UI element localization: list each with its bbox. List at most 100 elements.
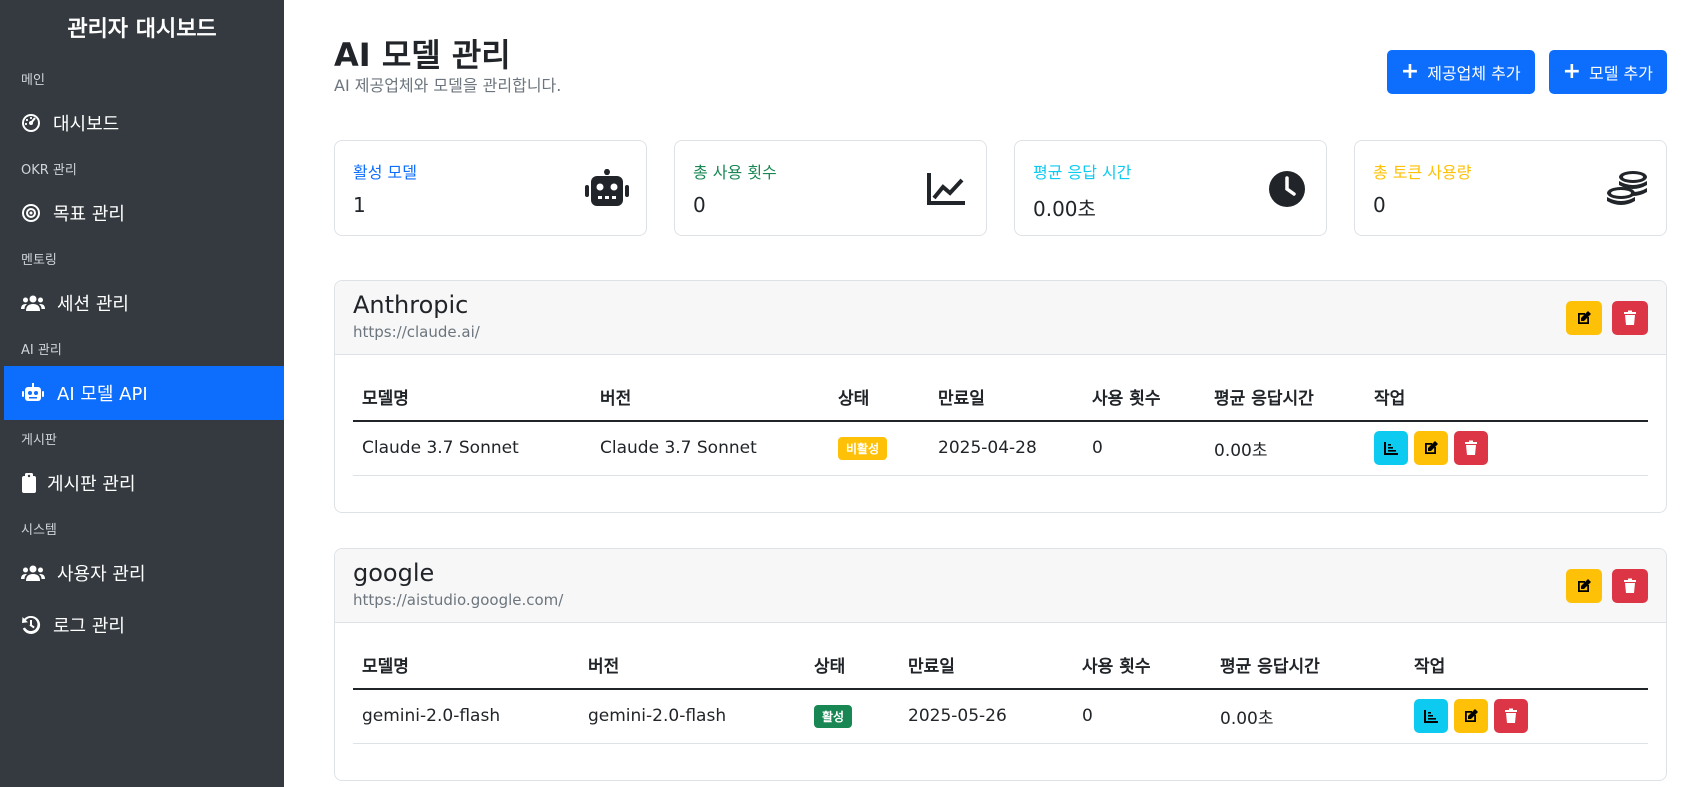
sidebar-item-dashboard[interactable]: 대시보드 bbox=[0, 96, 284, 150]
model-status: 비활성 bbox=[829, 421, 929, 476]
target-icon bbox=[21, 203, 41, 223]
header-actions: + 제공업체 추가 + 모델 추가 bbox=[1386, 50, 1667, 94]
col-expires: 만료일 bbox=[929, 373, 1083, 422]
line-chart-icon bbox=[924, 169, 970, 209]
edit-icon bbox=[1578, 311, 1591, 324]
sidebar-item-label: 로그 관리 bbox=[53, 616, 125, 637]
status-badge: 활성 bbox=[814, 704, 853, 728]
model-avg-time: 0.00초 bbox=[1211, 689, 1405, 744]
col-actions: 작업 bbox=[1405, 641, 1648, 690]
sidebar: 관리자 대시보드 메인 대시보드 OKR 관리 목표 관리 멘토링 세션 관리 … bbox=[0, 0, 284, 787]
main-content: AI 모델 관리 AI 제공업체와 모델을 관리합니다. + 제공업체 추가 +… bbox=[284, 0, 1684, 787]
col-avg-time: 평균 응답시간 bbox=[1211, 641, 1405, 690]
edit-icon bbox=[1425, 441, 1438, 455]
page-title: AI 모델 관리 bbox=[334, 36, 511, 74]
robot-icon bbox=[584, 169, 630, 209]
provider-name: Anthropic bbox=[353, 291, 469, 319]
table-row: gemini-2.0-flash gemini-2.0-flash 활성 202… bbox=[353, 689, 1648, 744]
add-provider-label: 제공업체 추가 bbox=[1427, 64, 1521, 83]
col-model-name: 모델명 bbox=[353, 373, 591, 422]
stat-cards: 활성 모델 1 총 사용 횟수 0 평균 응답 시간 0.00초 총 토큰 사용… bbox=[334, 140, 1667, 236]
edit-icon bbox=[1578, 579, 1591, 592]
provider-body: 모델명 버전 상태 만료일 사용 횟수 평균 응답시간 작업 gemini-2.… bbox=[335, 623, 1666, 780]
sidebar-item-board[interactable]: 게시판 관리 bbox=[0, 456, 284, 510]
stat-card-avg-response: 평균 응답 시간 0.00초 bbox=[1014, 140, 1327, 236]
models-table: 모델명 버전 상태 만료일 사용 횟수 평균 응답시간 작업 Claude 3.… bbox=[353, 373, 1648, 476]
provider-header: Anthropic https://claude.ai/ bbox=[335, 281, 1666, 355]
model-expires: 2025-05-26 bbox=[899, 689, 1073, 744]
trash-icon bbox=[1465, 440, 1477, 456]
model-usage: 0 bbox=[1083, 421, 1205, 476]
model-actions bbox=[1405, 689, 1648, 744]
sidebar-item-users[interactable]: 사용자 관리 bbox=[0, 546, 284, 600]
model-version: Claude 3.7 Sonnet bbox=[591, 421, 829, 476]
provider-header: google https://aistudio.google.com/ bbox=[335, 549, 1666, 623]
sidebar-item-label: 사용자 관리 bbox=[57, 564, 146, 585]
history-icon bbox=[21, 615, 41, 635]
provider-card-anthropic: Anthropic https://claude.ai/ 모델명 버전 상태 만… bbox=[334, 280, 1667, 513]
nav-section-system: 시스템 bbox=[21, 522, 57, 538]
delete-model-button[interactable] bbox=[1454, 431, 1488, 466]
col-usage: 사용 횟수 bbox=[1083, 373, 1205, 422]
col-status: 상태 bbox=[829, 373, 929, 422]
nav-section-main: 메인 bbox=[21, 72, 45, 88]
stats-button[interactable] bbox=[1374, 431, 1408, 466]
table-row: Claude 3.7 Sonnet Claude 3.7 Sonnet 비활성 … bbox=[353, 421, 1648, 476]
stat-card-active-models: 활성 모델 1 bbox=[334, 140, 647, 236]
edit-provider-button[interactable] bbox=[1566, 301, 1602, 335]
model-name: Claude 3.7 Sonnet bbox=[353, 421, 591, 476]
nav-section-ai: AI 관리 bbox=[21, 342, 62, 358]
edit-provider-button[interactable] bbox=[1566, 569, 1602, 603]
stats-button[interactable] bbox=[1414, 699, 1448, 734]
clipboard-icon bbox=[21, 473, 37, 493]
sidebar-item-label: AI 모델 API bbox=[57, 384, 148, 405]
col-avg-time: 평균 응답시간 bbox=[1205, 373, 1365, 422]
provider-actions bbox=[1566, 569, 1648, 603]
add-provider-button[interactable]: + 제공업체 추가 bbox=[1386, 50, 1535, 94]
col-usage: 사용 횟수 bbox=[1073, 641, 1211, 690]
col-expires: 만료일 bbox=[899, 641, 1073, 690]
table-header-row: 모델명 버전 상태 만료일 사용 횟수 평균 응답시간 작업 bbox=[353, 373, 1648, 422]
delete-provider-button[interactable] bbox=[1612, 569, 1648, 603]
col-version: 버전 bbox=[591, 373, 829, 422]
model-actions bbox=[1365, 421, 1648, 476]
provider-url: https://claude.ai/ bbox=[353, 323, 480, 341]
trash-icon bbox=[1624, 310, 1636, 325]
trash-icon bbox=[1505, 708, 1517, 724]
col-version: 버전 bbox=[579, 641, 805, 690]
provider-url: https://aistudio.google.com/ bbox=[353, 591, 564, 609]
users-icon bbox=[21, 563, 45, 583]
sidebar-item-label: 세션 관리 bbox=[57, 294, 129, 315]
edit-model-button[interactable] bbox=[1454, 699, 1488, 734]
nav-section-okr: OKR 관리 bbox=[21, 162, 77, 178]
sidebar-item-goals[interactable]: 목표 관리 bbox=[0, 186, 284, 240]
provider-card-google: google https://aistudio.google.com/ 모델명 … bbox=[334, 548, 1667, 781]
users-icon bbox=[21, 293, 45, 313]
trash-icon bbox=[1624, 578, 1636, 593]
page-subtitle: AI 제공업체와 모델을 관리합니다. bbox=[334, 76, 562, 95]
bar-chart-icon bbox=[1424, 710, 1438, 724]
provider-actions bbox=[1566, 301, 1648, 335]
edit-icon bbox=[1465, 709, 1478, 723]
sidebar-item-logs[interactable]: 로그 관리 bbox=[0, 600, 284, 650]
bar-chart-icon bbox=[1384, 442, 1398, 456]
models-table: 모델명 버전 상태 만료일 사용 횟수 평균 응답시간 작업 gemini-2.… bbox=[353, 641, 1648, 744]
provider-body: 모델명 버전 상태 만료일 사용 횟수 평균 응답시간 작업 Claude 3.… bbox=[335, 355, 1666, 512]
model-status: 활성 bbox=[805, 689, 899, 744]
model-name: gemini-2.0-flash bbox=[353, 689, 579, 744]
tachometer-icon bbox=[21, 113, 41, 133]
sidebar-item-label: 목표 관리 bbox=[53, 204, 125, 225]
stat-card-total-tokens: 총 토큰 사용량 0 bbox=[1354, 140, 1667, 236]
delete-model-button[interactable] bbox=[1494, 699, 1528, 734]
edit-model-button[interactable] bbox=[1414, 431, 1448, 466]
sidebar-item-sessions[interactable]: 세션 관리 bbox=[0, 276, 284, 330]
col-model-name: 모델명 bbox=[353, 641, 579, 690]
coins-icon bbox=[1604, 169, 1650, 209]
model-usage: 0 bbox=[1073, 689, 1211, 744]
col-actions: 작업 bbox=[1365, 373, 1648, 422]
status-badge: 비활성 bbox=[838, 436, 888, 460]
sidebar-item-label: 대시보드 bbox=[53, 114, 120, 135]
add-model-button[interactable]: + 모델 추가 bbox=[1548, 50, 1667, 94]
delete-provider-button[interactable] bbox=[1612, 301, 1648, 335]
sidebar-item-ai-model-api[interactable]: AI 모델 API bbox=[4, 366, 284, 420]
